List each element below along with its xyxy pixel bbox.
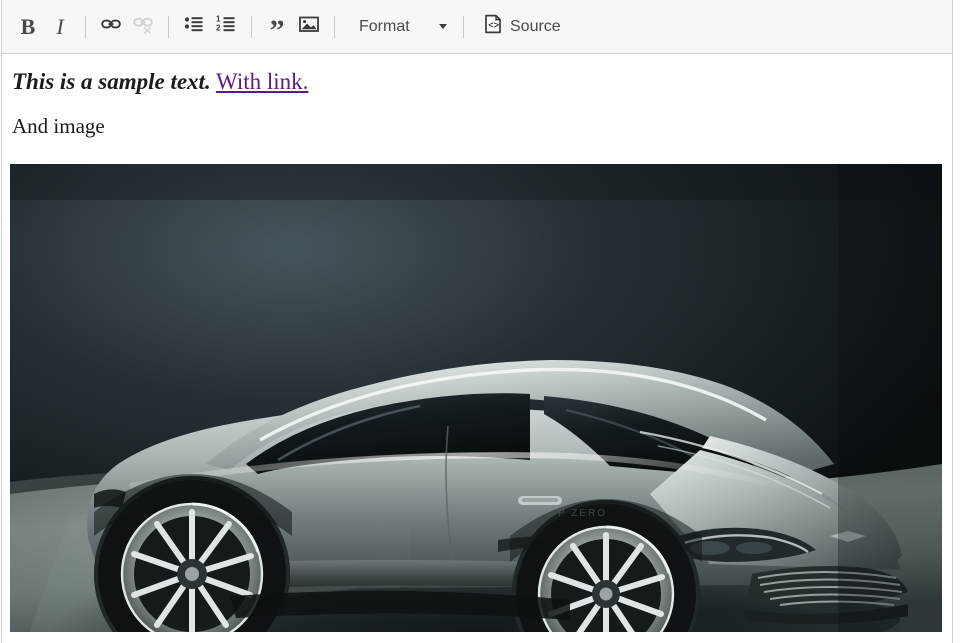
sample-strong-text: This is a sample text. <box>12 69 211 94</box>
link-icon <box>100 13 122 40</box>
bold-button[interactable]: B <box>12 10 44 44</box>
bold-icon: B <box>20 13 36 39</box>
toolbar-separator <box>334 15 335 38</box>
blockquote-icon: ” <box>269 13 285 47</box>
wysiwyg-editor: B I 1 2 ” Format <> Source This is a sam… <box>0 0 960 643</box>
source-button[interactable]: <> Source <box>473 10 571 44</box>
editor-toolbar: B I 1 2 ” Format <> Source <box>1 0 953 54</box>
image-button[interactable] <box>293 10 325 44</box>
italic-button[interactable]: I <box>44 10 76 44</box>
bulleted-list-icon <box>183 13 205 40</box>
link-button[interactable] <box>95 10 127 44</box>
toolbar-group-insert: ” <box>261 10 325 47</box>
toolbar-separator <box>463 15 464 38</box>
chevron-down-icon <box>439 24 447 29</box>
car-photo[interactable]: P ZERO <box>10 164 942 632</box>
car-photo-image: P ZERO <box>10 164 942 632</box>
toolbar-separator <box>251 15 252 38</box>
toolbar-group-lists: 1 2 <box>178 10 242 44</box>
bulleted-list-button[interactable] <box>178 10 210 44</box>
sample-link[interactable]: With link. <box>216 69 308 94</box>
paragraph-sample-text[interactable]: This is a sample text. With link. <box>12 54 942 95</box>
svg-text:<>: <> <box>488 21 499 31</box>
blockquote-button[interactable]: ” <box>261 10 293 47</box>
toolbar-group-basicstyles: B I <box>12 10 76 44</box>
image-icon <box>298 13 320 40</box>
unlink-icon <box>132 13 154 40</box>
toolbar-separator <box>85 15 86 38</box>
numbered-list-icon: 1 2 <box>215 13 237 40</box>
svg-text:1: 1 <box>216 14 221 23</box>
format-dropdown[interactable]: Format <box>346 10 454 44</box>
format-dropdown-label: Format <box>359 17 410 35</box>
svg-text:2: 2 <box>216 24 221 33</box>
toolbar-separator <box>168 15 169 38</box>
italic-icon: I <box>56 13 64 39</box>
paragraph-image-caption[interactable]: And image <box>12 95 942 139</box>
numbered-list-button[interactable]: 1 2 <box>210 10 242 44</box>
source-code-icon: <> <box>483 13 503 40</box>
source-button-label: Source <box>510 17 561 35</box>
unlink-button[interactable] <box>127 10 159 44</box>
toolbar-group-links <box>95 10 159 44</box>
